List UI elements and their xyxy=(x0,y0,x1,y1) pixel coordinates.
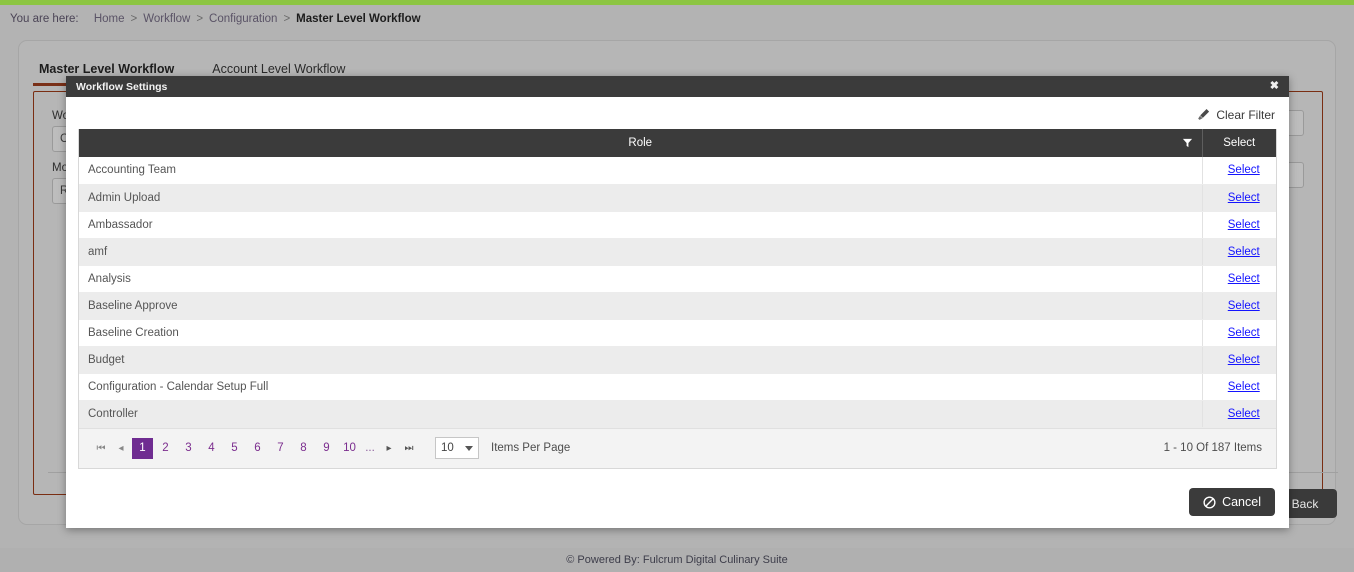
table-row: Configuration - Calendar Setup Full Selec… xyxy=(79,373,1276,401)
modal-body: Clear Filter Role Select Accounting Team… xyxy=(66,97,1289,528)
cell-select: Select xyxy=(1201,319,1276,347)
chevron-down-icon xyxy=(465,445,473,451)
brush-icon xyxy=(1198,109,1210,120)
table-row: Admin Upload Select xyxy=(79,184,1276,212)
roles-table-body: Accounting Team Select Admin Upload Select A… xyxy=(79,157,1276,428)
cell-role-name: amf xyxy=(79,238,1202,266)
table-row: Controller Select xyxy=(79,400,1276,428)
select-link[interactable]: Select xyxy=(1228,219,1260,231)
table-row: Analysis Select xyxy=(79,265,1276,293)
select-link[interactable]: Select xyxy=(1228,381,1260,393)
roles-table: Role Select Accounting Team Select Admin U… xyxy=(79,129,1276,428)
breadcrumb-prefix: You are here: xyxy=(10,13,79,25)
items-per-page-label: Items Per Page xyxy=(491,442,571,454)
select-link[interactable]: Select xyxy=(1228,192,1260,204)
page-number-4[interactable]: 4 xyxy=(201,438,222,459)
items-count-label: 1 - 10 Of 187 Items xyxy=(1163,442,1262,454)
cell-role-name: Configuration - Calendar Setup Full xyxy=(79,373,1202,401)
last-page-icon[interactable]: ⏭ xyxy=(399,438,419,458)
select-link[interactable]: Select xyxy=(1228,408,1260,420)
breadcrumb: You are here: Home > Workflow > Configur… xyxy=(0,5,1354,33)
page-number-2[interactable]: 2 xyxy=(155,438,176,459)
select-link[interactable]: Select xyxy=(1228,246,1260,258)
footer-text: © Powered By: Fulcrum Digital Culinary S… xyxy=(566,554,788,566)
cell-select: Select xyxy=(1201,184,1276,212)
first-page-icon[interactable]: ⏮ xyxy=(91,438,111,458)
pagination-bar: ⏮ ◂ 1 2 3 4 5 6 7 8 9 10 ... ▸ ⏭ 10 Items Per Pag… xyxy=(79,427,1276,468)
select-link[interactable]: Select xyxy=(1228,327,1260,339)
cell-select: Select xyxy=(1201,373,1276,401)
close-icon[interactable]: ✖ xyxy=(1270,81,1279,92)
modal-footer: Cancel xyxy=(1189,488,1275,516)
breadcrumb-separator: > xyxy=(130,13,138,25)
funnel-icon[interactable] xyxy=(1182,138,1193,149)
page-number-5[interactable]: 5 xyxy=(224,438,245,459)
cell-select: Select xyxy=(1201,292,1276,320)
roles-grid: Role Select Accounting Team Select Admin U… xyxy=(78,129,1277,469)
cell-role-name: Analysis xyxy=(79,265,1202,293)
breadcrumb-item-workflow[interactable]: Workflow xyxy=(143,13,190,25)
page-size-value: 10 xyxy=(441,442,454,454)
select-link[interactable]: Select xyxy=(1228,354,1260,366)
column-header-select-label: Select xyxy=(1223,137,1256,149)
page-number-list: 1 2 3 4 5 6 7 8 9 10 xyxy=(131,437,361,459)
page-number-6[interactable]: 6 xyxy=(247,438,268,459)
next-page-icon[interactable]: ▸ xyxy=(379,438,399,458)
page-number-3[interactable]: 3 xyxy=(178,438,199,459)
column-header-select: Select xyxy=(1201,129,1276,157)
table-row: amf Select xyxy=(79,238,1276,266)
page-footer: © Powered By: Fulcrum Digital Culinary S… xyxy=(0,548,1354,572)
ban-icon xyxy=(1203,495,1216,509)
page-size-select[interactable]: 10 xyxy=(435,437,479,459)
column-header-role-label: Role xyxy=(628,137,653,149)
cell-role-name: Admin Upload xyxy=(79,184,1202,212)
column-header-role[interactable]: Role xyxy=(79,129,1202,157)
table-header-row: Role Select xyxy=(79,129,1276,157)
clear-filter-row: Clear Filter xyxy=(66,97,1289,129)
clear-filter-label: Clear Filter xyxy=(1216,108,1275,122)
page-number-8[interactable]: 8 xyxy=(293,438,314,459)
cell-role-name: Baseline Creation xyxy=(79,319,1202,347)
modal-title: Workflow Settings xyxy=(76,80,168,93)
cell-select: Select xyxy=(1201,211,1276,239)
cell-select: Select xyxy=(1201,346,1276,374)
cancel-button-label: Cancel xyxy=(1222,495,1261,509)
select-link[interactable]: Select xyxy=(1228,300,1260,312)
cell-select: Select xyxy=(1201,400,1276,428)
select-link[interactable]: Select xyxy=(1228,273,1260,285)
clear-filter-button[interactable]: Clear Filter xyxy=(1196,108,1275,122)
page-number-1[interactable]: 1 xyxy=(132,437,153,459)
table-row: Baseline Approve Select xyxy=(79,292,1276,320)
workflow-settings-modal: Workflow Settings ✖ Clear Filter Role Se… xyxy=(66,76,1289,528)
page-number-9[interactable]: 9 xyxy=(316,438,337,459)
cell-role-name: Accounting Team xyxy=(79,157,1202,185)
breadcrumb-current: Master Level Workflow xyxy=(296,13,421,25)
cancel-button[interactable]: Cancel xyxy=(1189,488,1275,516)
table-row: Baseline Creation Select xyxy=(79,319,1276,347)
page-number-7[interactable]: 7 xyxy=(270,438,291,459)
cell-select: Select xyxy=(1201,238,1276,266)
breadcrumb-item-home[interactable]: Home xyxy=(94,13,125,25)
cell-role-name: Ambassador xyxy=(79,211,1202,239)
table-row: Budget Select xyxy=(79,346,1276,374)
page-ellipsis: ... xyxy=(365,442,375,454)
breadcrumb-separator: > xyxy=(283,13,291,25)
page-number-10[interactable]: 10 xyxy=(339,438,360,459)
table-row: Accounting Team Select xyxy=(79,157,1276,185)
breadcrumb-separator: > xyxy=(196,13,204,25)
breadcrumb-item-configuration[interactable]: Configuration xyxy=(209,13,277,25)
cell-role-name: Baseline Approve xyxy=(79,292,1202,320)
cell-select: Select xyxy=(1201,265,1276,293)
modal-header: Workflow Settings ✖ xyxy=(66,76,1289,97)
cell-select: Select xyxy=(1201,157,1276,185)
prev-page-icon[interactable]: ◂ xyxy=(111,438,131,458)
breadcrumb-space xyxy=(85,13,88,25)
select-link[interactable]: Select xyxy=(1228,164,1260,176)
cell-role-name: Budget xyxy=(79,346,1202,374)
table-row: Ambassador Select xyxy=(79,211,1276,239)
cell-role-name: Controller xyxy=(79,400,1202,428)
roles-table-head: Role Select xyxy=(79,129,1276,157)
